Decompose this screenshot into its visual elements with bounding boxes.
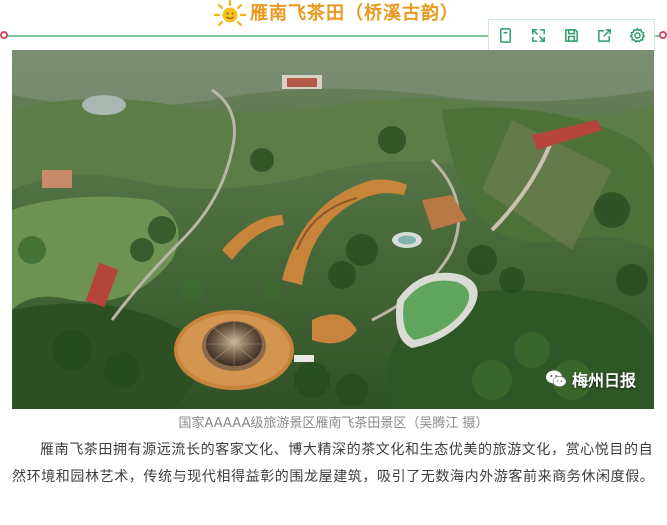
settings-button[interactable] <box>621 20 654 50</box>
page-title: 雁南飞茶田（桥溪古韵） <box>250 3 459 24</box>
bookmark-icon <box>500 27 511 43</box>
gear-icon <box>629 26 646 43</box>
header-rule-right-dot <box>659 31 667 39</box>
bookmark-button[interactable] <box>489 20 522 50</box>
photo-caption: 国家AAAAA级旅游景区雁南飞茶田景区（吴腾江 摄） <box>178 416 489 431</box>
reader-toolbar <box>488 19 655 51</box>
share-icon <box>598 28 611 42</box>
wechat-icon <box>545 370 567 387</box>
article-paragraph: 雁南飞茶田拥有源远流长的客家文化、博大精深的茶文化和生态优美的旅游文化，赏心悦目… <box>12 442 655 485</box>
fullscreen-button[interactable] <box>522 20 555 50</box>
watermark-text: 梅州日报 <box>571 371 636 390</box>
save-button[interactable] <box>555 20 588 50</box>
watermark: 梅州日报 <box>545 367 636 391</box>
expand-icon <box>532 28 545 42</box>
save-icon <box>565 28 578 42</box>
header-rule-left-dot <box>0 31 8 39</box>
share-button[interactable] <box>588 20 621 50</box>
aerial-photo: 梅州日报 <box>12 50 654 409</box>
sun-icon <box>214 0 246 27</box>
